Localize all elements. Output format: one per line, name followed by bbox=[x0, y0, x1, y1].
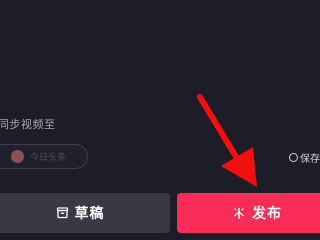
publish-screen: 同步视频至 今日头条 保存 草稿 发布 bbox=[0, 0, 320, 240]
sync-account-toggle[interactable]: 今日头条 bbox=[0, 144, 88, 169]
account-avatar bbox=[11, 150, 24, 163]
publish-button-label: 发布 bbox=[252, 206, 282, 222]
publish-sparkle-icon bbox=[232, 206, 246, 220]
draft-box-icon bbox=[56, 207, 69, 219]
save-option-label: 保存 bbox=[300, 154, 320, 165]
save-radio-icon[interactable] bbox=[289, 153, 298, 162]
draft-button[interactable]: 草稿 bbox=[0, 193, 170, 233]
save-option[interactable]: 保存 bbox=[289, 150, 320, 165]
draft-button-label: 草稿 bbox=[74, 206, 105, 222]
publish-button[interactable]: 发布 bbox=[177, 193, 320, 233]
sync-account-name: 今日头条 bbox=[30, 153, 67, 163]
sync-to-label: 同步视频至 bbox=[0, 118, 56, 131]
